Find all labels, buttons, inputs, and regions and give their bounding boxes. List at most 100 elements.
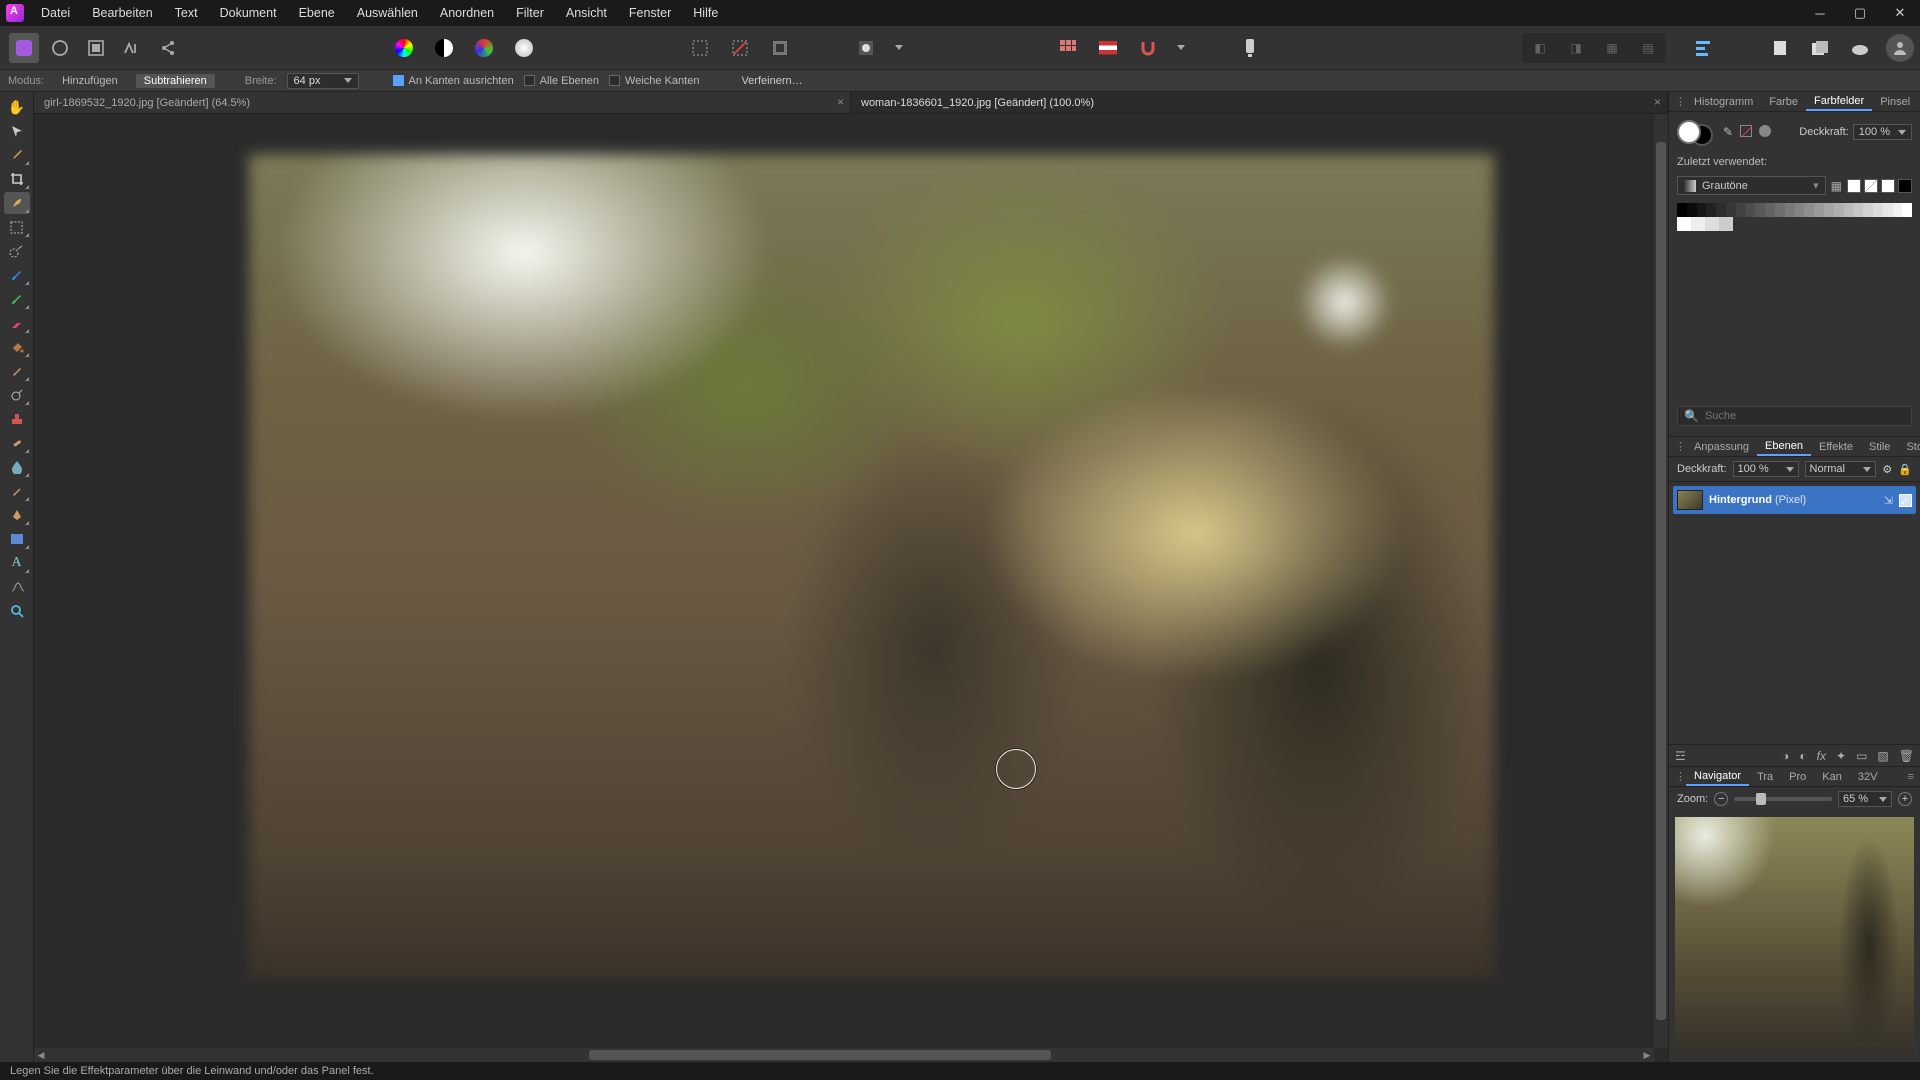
zoom-value-combo[interactable]: 65 % [1838,791,1892,807]
swatch-cell[interactable] [1719,217,1733,231]
layer-masks-icon[interactable]: ☲ [1675,749,1686,763]
swatch-cell[interactable] [1716,203,1726,217]
width-combo[interactable]: 64 px [287,73,359,89]
maximize-button[interactable]: ▢ [1840,0,1880,26]
menu-filter[interactable]: Filter [505,0,555,26]
swatch-mid-icon[interactable] [1759,125,1771,137]
menu-help[interactable]: Hilfe [682,0,729,26]
clone-tool-icon[interactable] [4,408,30,430]
tab-32v[interactable]: 32V [1850,769,1886,785]
bw-adjust-icon[interactable] [429,33,459,63]
eyedropper-icon[interactable]: ✎ [1723,125,1733,139]
layer-link-icon[interactable]: ⇲ [1884,494,1893,507]
all-layers-checkbox[interactable]: Alle Ebenen [524,75,599,87]
snap-edges-checkbox[interactable]: An Kanten ausrichten [393,75,514,87]
swatch-cell[interactable] [1755,203,1765,217]
swatch-none-icon[interactable] [1740,125,1752,137]
menu-select[interactable]: Auswählen [346,0,429,26]
blur-tool-icon[interactable] [4,456,30,478]
swatch-opt-2[interactable] [1881,179,1895,193]
snap-magnet-icon[interactable] [1133,33,1163,63]
scroll-left-icon[interactable]: ◀ [34,1050,48,1061]
layer-visible-checkbox[interactable]: ✓ [1899,494,1912,507]
zoom-tool-icon[interactable] [4,600,30,622]
menu-layer[interactable]: Ebene [288,0,346,26]
assistant-icon[interactable] [1235,33,1265,63]
swatch-opt-white[interactable] [1847,179,1861,193]
menu-file[interactable]: Datei [30,0,81,26]
layer-live-icon[interactable]: ✦ [1836,749,1846,763]
swatch-opt-none[interactable] [1864,179,1878,193]
new-doc-icon[interactable] [1765,33,1795,63]
account-avatar-icon[interactable] [1886,34,1914,62]
paint-brush-tool-icon[interactable] [4,264,30,286]
fill-tool-icon[interactable] [4,336,30,358]
persona-photo-icon[interactable] [9,33,39,63]
marquee-tool-icon[interactable] [4,216,30,238]
zoom-slider[interactable] [1734,797,1832,801]
pen-tool-icon[interactable] [4,360,30,382]
tab-pro[interactable]: Pro [1781,769,1814,785]
swatch-cell[interactable] [1736,203,1746,217]
swatch-cell[interactable] [1893,203,1903,217]
retouch-tool-icon[interactable] [4,480,30,502]
menu-edit[interactable]: Bearbeiten [81,0,163,26]
layer-opacity-combo[interactable]: 100 % [1733,461,1799,477]
menu-view[interactable]: Ansicht [555,0,618,26]
tab-stock[interactable]: Stock [1898,439,1920,455]
tab-color[interactable]: Farbe [1761,94,1806,110]
recolor-icon[interactable] [509,33,539,63]
swatch-cell[interactable] [1873,203,1883,217]
color-picker-tool-icon[interactable] [4,144,30,166]
swatch-cell[interactable] [1765,203,1775,217]
swatch-cell[interactable] [1883,203,1893,217]
layer-row[interactable]: Hintergrund (Pixel) ⇲ ✓ [1673,486,1916,514]
color-wheel-icon[interactable] [389,33,419,63]
layer-delete-icon[interactable]: 🗑 [1899,749,1914,763]
tab-histogram[interactable]: Histogramm [1686,94,1761,110]
swatch-cell[interactable] [1746,203,1756,217]
hand-tool-icon[interactable]: ✋ [4,96,30,118]
swatch-cell[interactable] [1804,203,1814,217]
shape-rect-tool-icon[interactable] [4,528,30,550]
tab-brushes[interactable]: Pinsel [1872,94,1918,110]
close-icon[interactable]: × [1654,95,1661,109]
scroll-right-icon[interactable]: ▶ [1640,1050,1654,1061]
soft-edges-checkbox[interactable]: Weiche Kanten [609,75,699,87]
menu-text[interactable]: Text [164,0,209,26]
vector-pen-tool-icon[interactable] [4,504,30,526]
swatch-opt-black[interactable] [1898,179,1912,193]
mode-subtract-button[interactable]: Subtrahieren [136,74,215,88]
swatch-cell[interactable] [1691,217,1705,231]
layer-fx-icon[interactable]: fx [1817,749,1826,763]
swatch-cell[interactable] [1677,203,1687,217]
marquee-rect-icon[interactable] [685,33,715,63]
swatch-cell[interactable] [1726,203,1736,217]
navigator-preview[interactable] [1675,817,1914,1056]
swatch-cell[interactable] [1795,203,1805,217]
persona-liquify-icon[interactable] [45,33,75,63]
zoom-out-icon[interactable]: − [1714,792,1728,806]
swatch-grid-icon[interactable]: ▦ [1831,179,1842,193]
snap-dropdown-icon[interactable] [1173,33,1189,63]
persona-export-icon[interactable] [153,33,183,63]
swatch-cell[interactable] [1814,203,1824,217]
erase-tool-icon[interactable] [4,312,30,334]
panel-more-icon[interactable]: ≡ [1902,771,1920,783]
selection-brush-tool-icon[interactable] [4,192,30,214]
palette-select[interactable]: Grautöne▾ [1677,176,1826,195]
swatch-search-input[interactable] [1705,410,1905,422]
open-doc-icon[interactable] [1805,33,1835,63]
tab-kan[interactable]: Kan [1814,769,1850,785]
swatch-cell[interactable] [1706,203,1716,217]
tab-swatches[interactable]: Farbfelder [1806,93,1872,111]
move-tool-icon[interactable] [4,120,30,142]
crop-tool-icon[interactable] [4,168,30,190]
layer-settings-icon[interactable]: ⚙ [1882,463,1892,476]
zoom-in-icon[interactable]: + [1898,792,1912,806]
marquee-deselect-icon[interactable] [725,33,755,63]
vertical-scrollbar[interactable] [1654,114,1668,1048]
magic-brush-tool-icon[interactable] [4,288,30,310]
persona-develop-icon[interactable] [81,33,111,63]
grid-icon[interactable] [1053,33,1083,63]
